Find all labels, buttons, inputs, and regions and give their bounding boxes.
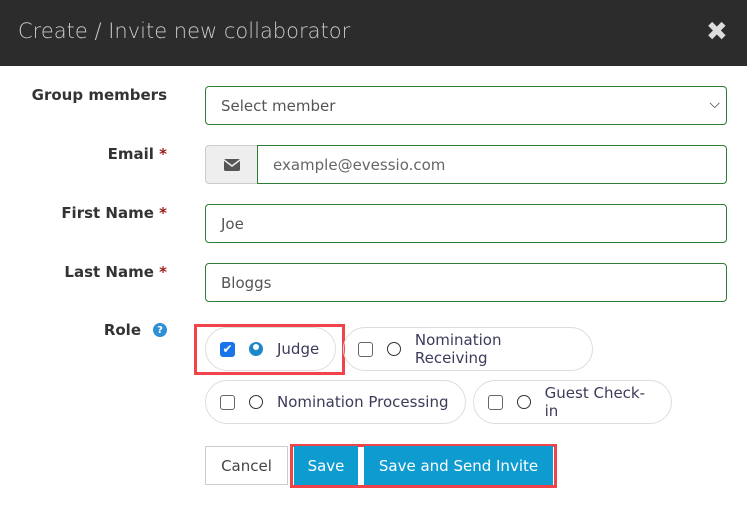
group-members-value: Select member <box>221 96 336 115</box>
help-icon[interactable]: ? <box>153 323 167 337</box>
role-nomination-receiving[interactable]: Nomination Receiving <box>343 327 593 371</box>
group-members-select[interactable]: Select member ⌵ <box>205 86 727 125</box>
checkbox[interactable] <box>488 394 503 410</box>
checkbox[interactable] <box>358 341 373 357</box>
save-and-send-invite-button[interactable]: Save and Send Invite <box>364 446 553 485</box>
role-label: Role <box>103 321 141 339</box>
checkbox[interactable] <box>220 394 235 410</box>
modal-header: Create / Invite new collaborator ✖ <box>0 0 747 66</box>
role-nomination-processing[interactable]: Nomination Processing <box>205 380 466 424</box>
first-name-label: First Name * <box>61 204 167 222</box>
radio-icon <box>386 342 401 356</box>
radio-icon <box>516 395 531 409</box>
email-label: Email * <box>107 145 167 163</box>
highlight-box <box>194 324 345 375</box>
last-name-field[interactable]: Bloggs <box>205 263 727 302</box>
cancel-button[interactable]: Cancel <box>205 446 288 485</box>
email-field[interactable]: example@evessio.com <box>257 145 727 184</box>
modal-title: Create / Invite new collaborator <box>18 19 351 43</box>
radio-icon <box>249 395 263 409</box>
close-icon[interactable]: ✖ <box>706 17 728 47</box>
save-button[interactable]: Save <box>294 446 358 485</box>
chevron-down-icon: ⌵ <box>709 96 720 112</box>
role-guest-check-in[interactable]: Guest Check-in <box>473 380 672 424</box>
envelope-icon <box>205 145 258 184</box>
group-members-label: Group members <box>31 86 167 104</box>
last-name-label: Last Name * <box>64 263 167 281</box>
first-name-field[interactable]: Joe <box>205 204 727 243</box>
